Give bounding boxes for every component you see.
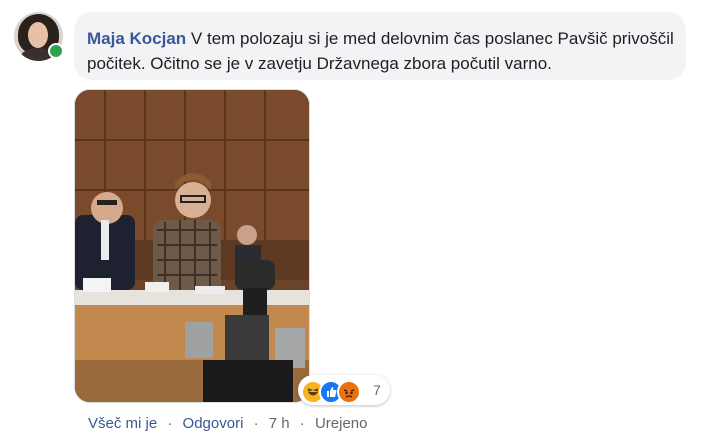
separator: · [167,415,173,432]
separator: · [299,415,305,432]
edited-label[interactable]: Urejeno [315,415,368,432]
angry-icon [337,380,361,404]
comment-actions: Všeč mi je · Odgovori · 7 h · Urejeno [88,415,367,432]
comment-text-block: Maja Kocjan V tem polozaju si je med del… [87,26,687,76]
attached-photo[interactable] [74,89,310,403]
like-button[interactable]: Všeč mi je [88,415,157,432]
timestamp[interactable]: 7 h [269,415,290,432]
separator: · [253,415,259,432]
reply-button[interactable]: Odgovori [183,415,244,432]
photo-image [75,90,309,402]
avatar-face [28,22,48,48]
online-status-icon [48,43,64,59]
comment-author[interactable]: Maja Kocjan [87,29,186,48]
reactions-summary[interactable]: 7 [298,375,390,405]
reaction-count: 7 [373,382,381,398]
comment-bubble: Maja Kocjan V tem polozaju si je med del… [74,12,686,80]
